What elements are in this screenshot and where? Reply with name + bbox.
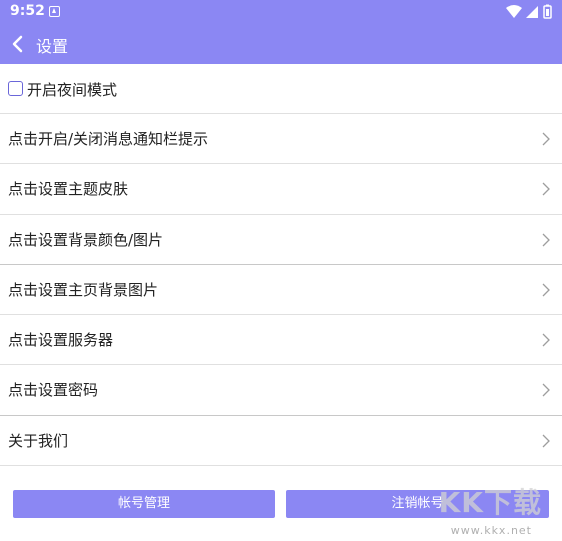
chevron-right-icon xyxy=(542,434,550,448)
night-mode-row: 开启夜间模式 xyxy=(0,64,562,114)
back-arrow-icon[interactable] xyxy=(8,34,28,54)
settings-item-label: 关于我们 xyxy=(8,431,69,450)
status-time: 9:52 xyxy=(10,3,45,19)
chevron-right-icon xyxy=(542,233,550,247)
notification-icon xyxy=(49,6,60,17)
settings-item-background[interactable]: 点击设置背景颜色/图片 xyxy=(0,215,562,265)
settings-item-label: 点击设置服务器 xyxy=(8,331,114,350)
watermark-url: www.kkx.net xyxy=(450,524,532,537)
signal-icon xyxy=(526,6,538,18)
wifi-icon xyxy=(506,5,522,18)
watermark-logo: KK下载 xyxy=(438,486,542,519)
settings-item-label: 点击开启/关闭消息通知栏提示 xyxy=(8,130,209,148)
settings-list: 开启夜间模式 点击开启/关闭消息通知栏提示 点击设置主题皮肤 点击设置背景颜色/… xyxy=(0,64,562,467)
settings-item-server[interactable]: 点击设置服务器 xyxy=(0,315,562,366)
settings-item-label: 点击设置主页背景图片 xyxy=(8,280,159,299)
status-bar: 9:52 xyxy=(0,0,562,24)
watermark: KK下载 www.kkx.net xyxy=(416,481,556,537)
chevron-right-icon xyxy=(542,132,550,146)
settings-item-label: 点击设置背景颜色/图片 xyxy=(8,230,164,249)
status-icons xyxy=(504,3,554,21)
chevron-right-icon xyxy=(542,384,550,397)
chevron-right-icon xyxy=(542,182,550,196)
settings-item-about[interactable]: 关于我们 xyxy=(0,416,562,467)
settings-item-password[interactable]: 点击设置密码 xyxy=(0,365,562,416)
battery-icon xyxy=(543,4,552,19)
chevron-right-icon xyxy=(542,283,550,297)
account-manage-button[interactable]: 帐号管理 xyxy=(13,490,275,518)
page-title: 设置 xyxy=(36,37,69,56)
chevron-right-icon xyxy=(542,333,550,347)
settings-item-home-background[interactable]: 点击设置主页背景图片 xyxy=(0,265,562,316)
settings-item-label: 点击设置密码 xyxy=(8,381,99,400)
settings-item-theme[interactable]: 点击设置主题皮肤 xyxy=(0,164,562,215)
header: 设置 xyxy=(0,24,562,64)
night-mode-label[interactable]: 开启夜间模式 xyxy=(27,79,117,100)
top-app-bar: 9:52 设置 xyxy=(0,0,562,64)
night-mode-checkbox[interactable] xyxy=(8,81,23,96)
settings-item-label: 点击设置主题皮肤 xyxy=(8,180,129,199)
settings-item-notification[interactable]: 点击开启/关闭消息通知栏提示 xyxy=(0,114,562,165)
